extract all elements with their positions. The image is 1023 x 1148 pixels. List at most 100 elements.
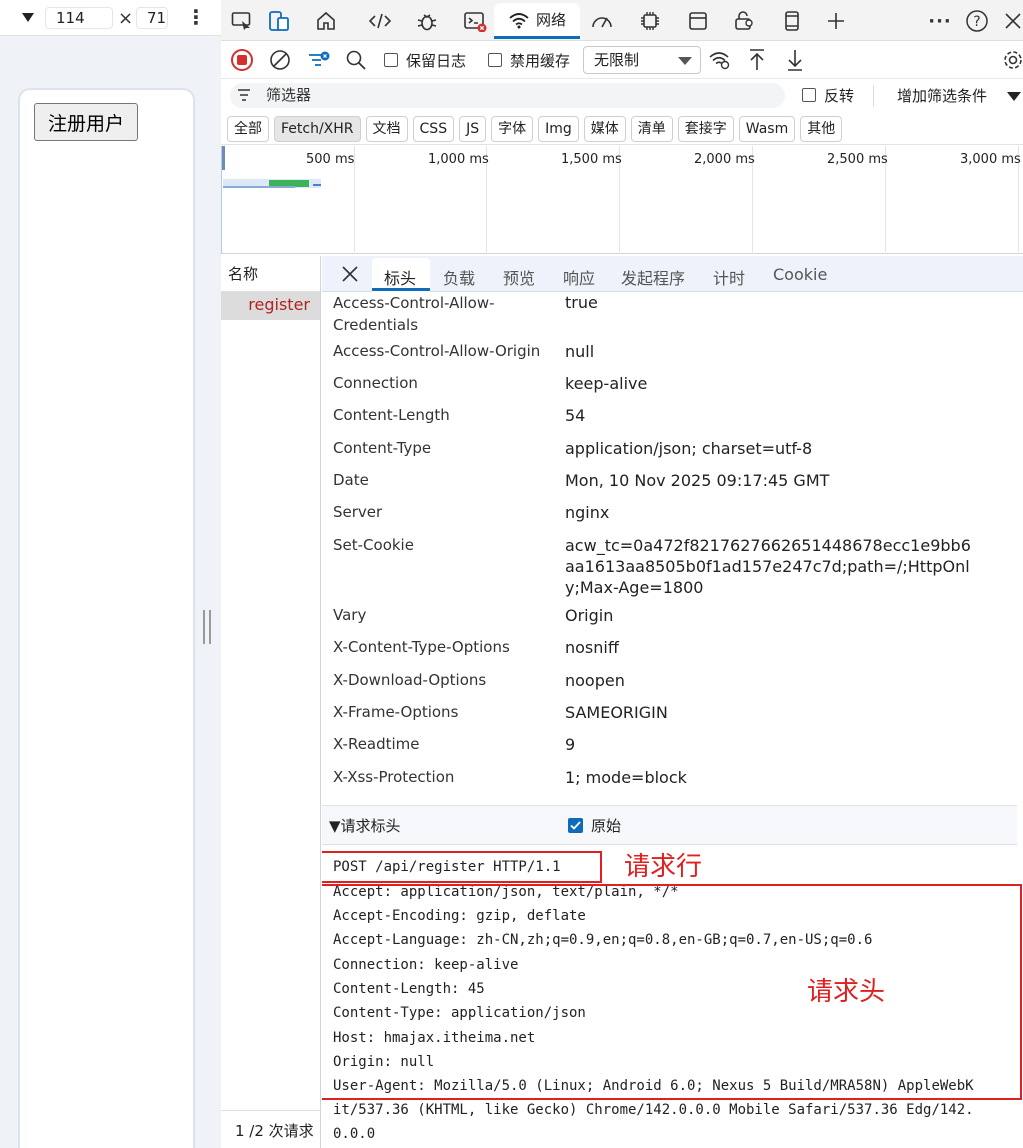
timeline-tick-label: 1,500 ms [561, 152, 622, 167]
timeline-tick-label: 3,000 ms [960, 152, 1021, 167]
network-toolbar: 保留日志 禁用缓存 无限制 [221, 41, 1023, 79]
close-details-icon[interactable] [340, 264, 360, 288]
chip-wasm[interactable]: Wasm [738, 115, 796, 142]
welcome-home-icon[interactable] [313, 8, 339, 34]
header-name: X-Content-Type-Options [333, 638, 510, 656]
export-har-icon[interactable] [784, 48, 806, 76]
sources-bug-icon[interactable] [414, 8, 440, 34]
chip-manifest[interactable]: 清单 [630, 115, 673, 142]
panel-resize-handle[interactable] [203, 610, 211, 644]
header-name: Date [333, 471, 369, 489]
header-value: Origin [565, 606, 614, 625]
register-user-button[interactable]: 注册用户 [34, 103, 138, 141]
chip-media[interactable]: 媒体 [583, 115, 626, 142]
tab-timing[interactable]: 计时 [713, 265, 745, 289]
raw-header-line: it/537.36 (KHTML, like Gecko) Chrome/142… [333, 1102, 974, 1118]
more-options-icon[interactable]: ⋮ [186, 5, 206, 29]
disable-cache-label: 禁用缓存 [510, 52, 571, 70]
tab-headers[interactable]: 标头 [384, 265, 416, 289]
chip-socket[interactable]: 套接字 [677, 115, 734, 142]
header-name: Connection [333, 374, 418, 392]
performance-gauge-icon[interactable] [589, 8, 615, 34]
settings-gear-icon[interactable] [1002, 49, 1023, 75]
clear-log-icon[interactable] [269, 49, 291, 75]
header-name: Server [333, 503, 383, 521]
filter-settings-icon[interactable] [307, 49, 331, 75]
more-filters-caret-icon[interactable] [1007, 92, 1021, 101]
timeline-request-tail [313, 184, 321, 186]
header-value: 1; mode=block [565, 768, 687, 787]
request-count-status: 1 /2 次请求 [221, 1110, 321, 1148]
invert-checkbox[interactable] [802, 88, 816, 102]
chip-doc[interactable]: 文档 [365, 115, 408, 142]
header-value: SAMEORIGIN [565, 703, 668, 722]
overview-timeline[interactable]: 500 ms 1,000 ms 1,500 ms 2,000 ms 2,500 … [221, 146, 1023, 254]
tab-response[interactable]: 响应 [563, 265, 595, 289]
elements-code-icon[interactable] [367, 8, 393, 34]
chip-fetch-xhr[interactable]: Fetch/XHR [274, 115, 361, 142]
header-name: Content-Length [333, 406, 450, 424]
filter-bar: 筛选器 反转 增加筛选条件 [221, 79, 1023, 113]
throttle-value: 无限制 [594, 51, 640, 69]
chip-img[interactable]: Img [538, 115, 579, 142]
raw-header-line: 0.0.0 [333, 1126, 376, 1142]
more-tools-ellipsis-icon[interactable]: ··· [927, 8, 953, 34]
name-column-header[interactable]: 名称 [221, 256, 320, 292]
raw-checkbox[interactable] [568, 818, 583, 833]
header-name: X-Xss-Protection [333, 768, 455, 786]
disable-cache-checkbox[interactable] [488, 53, 502, 67]
tab-payload[interactable]: 负载 [443, 265, 475, 289]
import-har-icon[interactable] [746, 48, 768, 76]
filter-lines-icon [235, 86, 253, 108]
timeline-tick-label: 2,000 ms [694, 152, 755, 167]
throttle-select[interactable]: 无限制 [583, 46, 701, 74]
tab-network[interactable]: 网络 [494, 3, 580, 39]
device-width-input[interactable]: 114 [45, 7, 113, 29]
header-name: X-Readtime [333, 735, 420, 753]
header-value: 54 [565, 406, 586, 425]
header-value: 9 [565, 735, 576, 754]
search-icon[interactable] [345, 49, 367, 75]
filter-input[interactable]: 筛选器 [230, 83, 785, 108]
request-headers-annotation: 请求头 [807, 977, 886, 1007]
request-headers-section[interactable]: ▼请求标头 原始 [322, 805, 1017, 845]
chevron-down-icon [678, 57, 692, 65]
chip-font[interactable]: 字体 [491, 115, 534, 142]
more-filters-button[interactable]: 增加筛选条件 [897, 85, 987, 106]
inspect-element-icon[interactable] [229, 8, 255, 34]
tab-preview[interactable]: 预览 [503, 265, 535, 289]
help-question-icon[interactable]: ? [964, 8, 990, 34]
close-devtools-icon[interactable] [1000, 8, 1023, 34]
record-stop-icon[interactable] [231, 49, 253, 71]
chip-css[interactable]: CSS [412, 115, 455, 142]
preserve-log-checkbox[interactable] [384, 53, 398, 67]
timeline-left-edge [221, 146, 222, 254]
chip-other[interactable]: 其他 [800, 115, 843, 142]
device-height-input[interactable]: 715 [136, 7, 168, 29]
network-conditions-icon[interactable] [708, 49, 732, 75]
tab-initiator[interactable]: 发起程序 [621, 265, 685, 289]
wifi-icon [509, 12, 529, 28]
header-value: noopen [565, 671, 625, 690]
chip-js[interactable]: JS [459, 115, 487, 142]
device-emulation-area: 114 × 715 ⋮ 注册用户 [0, 0, 221, 1148]
add-tool-plus-icon[interactable] [823, 8, 849, 34]
device-toolbar-icon[interactable] [266, 8, 292, 34]
chip-all[interactable]: 全部 [227, 115, 269, 142]
device-phone-icon[interactable] [779, 8, 805, 34]
header-value: nginx [565, 503, 610, 522]
device-menu-caret-icon[interactable] [22, 13, 34, 22]
request-line-highlight [322, 851, 602, 883]
device-viewport: 注册用户 [18, 88, 195, 1148]
header-name: Content-Type [333, 439, 432, 457]
tab-cookie[interactable]: Cookie [773, 265, 827, 284]
security-lock-icon[interactable] [731, 8, 757, 34]
header-value: acw_tc=0a472f8217627662651448678ecc1e9bb… [565, 536, 971, 597]
tab-network-label: 网络 [535, 11, 566, 29]
console-icon[interactable] [462, 8, 488, 34]
memory-chip-icon[interactable] [637, 8, 663, 34]
application-window-icon[interactable] [685, 8, 711, 34]
dimension-times-icon: × [118, 8, 134, 29]
header-value: nosniff [565, 638, 619, 657]
request-row-register[interactable]: register [221, 292, 320, 320]
